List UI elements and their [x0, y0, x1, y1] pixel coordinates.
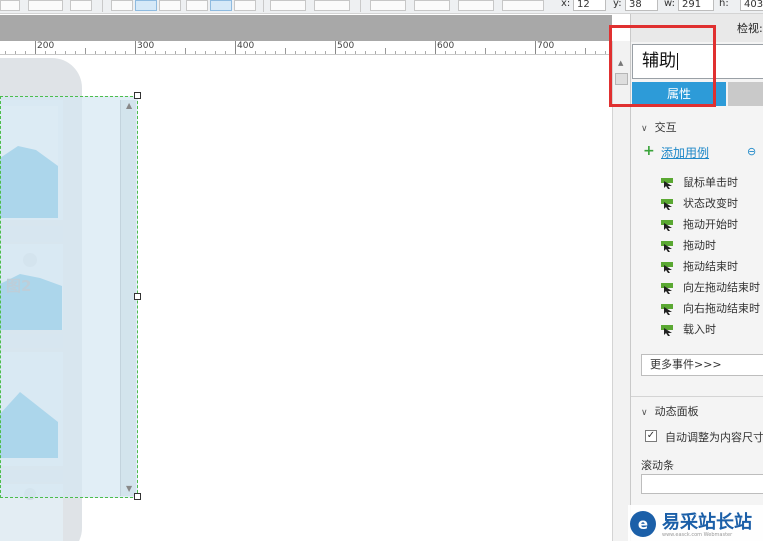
align-bottom-button[interactable] [234, 0, 256, 11]
view-label: 检视: [737, 22, 763, 35]
event-cursor-icon [661, 178, 673, 189]
design-canvas[interactable]: 图2 ▲ ▼ [0, 56, 612, 541]
page-tab-bar [0, 15, 612, 41]
watermark: e 易采站长站 www.easck.com Webmaster [628, 505, 763, 541]
ruler-mark: 400 [237, 41, 255, 51]
shadow-dropdown[interactable] [314, 0, 350, 11]
toolbar-button[interactable] [0, 0, 20, 11]
canvas-vertical-scrollbar[interactable]: ▲ [612, 41, 630, 541]
x-input[interactable]: 12 [573, 0, 606, 11]
toolbar: x: 12 y: 38 w: 291 h: 403 [0, 0, 763, 14]
section-dynamic-panel-label: 动态面板 [654, 405, 699, 418]
section-dynamic-panel[interactable]: ∨ 动态面板 [641, 403, 699, 419]
add-case-link[interactable]: 添加用例 [661, 144, 709, 161]
line-width-dropdown[interactable] [414, 0, 450, 11]
fill-color-dropdown[interactable] [270, 0, 306, 11]
event-cursor-icon [661, 199, 673, 210]
ruler-mark: 200 [37, 41, 55, 51]
resize-handle[interactable] [134, 493, 141, 500]
line-color-dropdown[interactable] [370, 0, 406, 11]
scroll-thumb[interactable] [615, 73, 628, 85]
ruler-mark: 700 [537, 41, 555, 51]
horizontal-ruler: 200 300 400 500 600 700 [0, 41, 612, 55]
link-icon[interactable]: ⊖ [747, 145, 756, 158]
ruler-mark: 500 [337, 41, 355, 51]
autofit-label: 自动调整为内容尺寸 [665, 431, 763, 444]
watermark-text: 易采站长站 [662, 512, 752, 533]
w-label: w: [664, 0, 676, 9]
dynamic-panel-selection[interactable] [0, 96, 138, 498]
scrollbar-label: 滚动条 [641, 459, 674, 472]
event-cursor-icon [661, 283, 673, 294]
scroll-up-arrow-icon[interactable]: ▲ [126, 101, 132, 110]
h-label: h: [719, 0, 729, 9]
scroll-down-arrow-icon[interactable]: ▼ [126, 484, 132, 493]
ruler-mark: 600 [437, 41, 455, 51]
align-left-button[interactable] [111, 0, 133, 11]
event-label: 鼠标单击时 [683, 176, 738, 189]
text-caret [677, 52, 678, 70]
resize-handle[interactable] [134, 92, 141, 99]
w-input[interactable]: 291 [678, 0, 714, 11]
event-label: 拖动开始时 [683, 218, 738, 231]
section-interaction-label: 交互 [654, 121, 677, 134]
align-center-button[interactable] [135, 0, 157, 11]
event-cursor-icon [661, 325, 673, 336]
autofit-checkbox[interactable]: ✓ [645, 430, 657, 442]
tab-style[interactable] [728, 82, 763, 106]
scroll-up-icon[interactable]: ▲ [618, 59, 623, 67]
event-label: 向右拖动结束时 [683, 302, 760, 315]
chevron-down-icon: ∨ [641, 408, 648, 418]
ruler-mark: 300 [137, 41, 155, 51]
plus-icon[interactable]: + [643, 143, 655, 159]
y-label: y: [613, 0, 622, 9]
scrollbar-select[interactable] [641, 474, 763, 494]
align-right-button[interactable] [159, 0, 181, 11]
more-events-dropdown[interactable]: 更多事件>>> [641, 354, 763, 376]
watermark-logo-icon: e [630, 511, 656, 537]
event-label: 载入时 [683, 323, 716, 336]
align-top-button[interactable] [186, 0, 208, 11]
event-cursor-icon [661, 220, 673, 231]
align-middle-button[interactable] [210, 0, 232, 11]
chevron-down-icon: ∨ [641, 124, 648, 134]
event-cursor-icon [661, 241, 673, 252]
event-cursor-icon [661, 262, 673, 273]
section-divider [631, 396, 763, 397]
line-style-dropdown[interactable] [458, 0, 494, 11]
arrow-style-dropdown[interactable] [502, 0, 544, 11]
event-label: 状态改变时 [683, 197, 738, 210]
font-color-dropdown[interactable] [28, 0, 63, 11]
resize-handle[interactable] [134, 293, 141, 300]
event-cursor-icon [661, 304, 673, 315]
x-label: x: [561, 0, 571, 9]
watermark-subtext: www.easck.com Webmaster [662, 532, 733, 538]
section-interaction[interactable]: ∨ 交互 [641, 119, 677, 135]
toolbar-button[interactable] [70, 0, 92, 11]
widget-name-value: 辅助 [642, 51, 676, 71]
event-label: 向左拖动结束时 [683, 281, 760, 294]
h-input[interactable]: 403 [740, 0, 763, 11]
inspector-header: 检视: [631, 14, 763, 42]
event-label: 拖动时 [683, 239, 716, 252]
widget-name-input[interactable]: 辅助 [632, 44, 763, 79]
tab-properties[interactable]: 属性 [632, 82, 726, 106]
inspector-panel: 检视: 辅助 属性 ∨ 交互 + 添加用例 ⊖ 鼠标单击时 状态改变时 拖动开始时… [630, 14, 763, 541]
event-label: 拖动结束时 [683, 260, 738, 273]
y-input[interactable]: 38 [625, 0, 658, 11]
